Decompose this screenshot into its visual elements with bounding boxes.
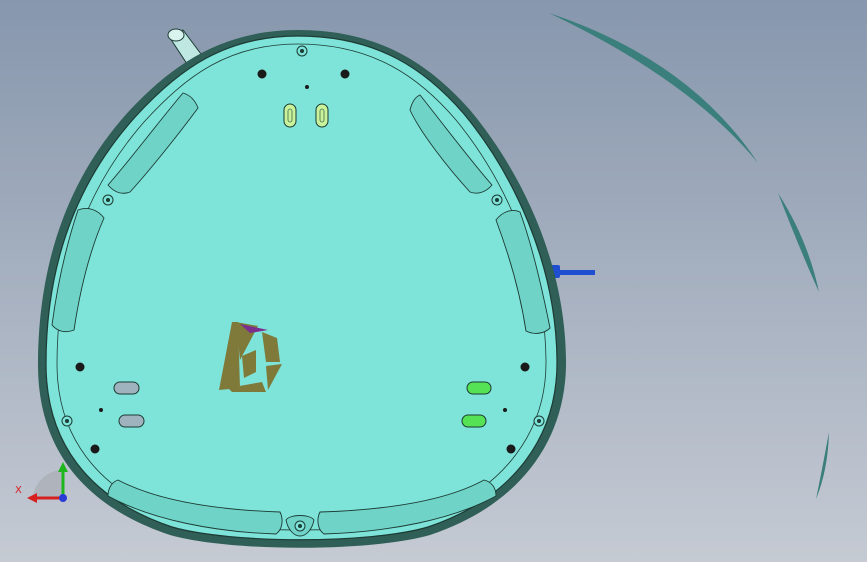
screw-left-mid (75, 362, 85, 372)
triad-x-label: X (15, 485, 22, 496)
screw-left-low (90, 444, 100, 454)
screw-top-left (257, 69, 267, 79)
slot-right-upper (466, 381, 492, 395)
hole-right-inner (495, 198, 499, 202)
hole-top-center-inner (300, 49, 304, 53)
cad-viewport[interactable]: X (0, 0, 867, 562)
hole-right-low-inner (537, 419, 541, 423)
hole-left-low-inner (65, 419, 69, 423)
cad-scene[interactable] (0, 0, 867, 562)
pin-right (503, 408, 507, 412)
cable-cord (560, 270, 595, 275)
pin-left (99, 408, 103, 412)
hole-bottom-center-inner (298, 524, 302, 528)
brush-post-cap (167, 28, 185, 42)
screw-right-mid (520, 362, 530, 372)
triad-z-axis-dot (59, 494, 67, 502)
screw-right-low (506, 444, 516, 454)
slot-top-right (315, 103, 329, 128)
slot-left-upper (113, 381, 140, 395)
hole-left-inner (106, 198, 110, 202)
screw-top-right (340, 69, 350, 79)
slot-left-lower (118, 414, 145, 428)
slot-top-left (283, 103, 297, 128)
slot-right-lower (461, 414, 487, 428)
pin-top (305, 85, 309, 89)
